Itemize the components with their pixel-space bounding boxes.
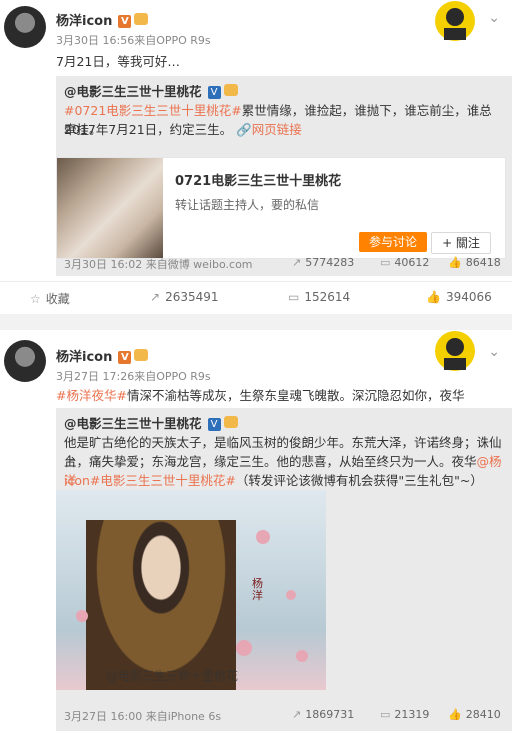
repost-text-line4: icon#电影三生三世十里桃花#（转发评论该微博有机会获得"三生礼包"~） [64, 471, 504, 490]
web-link[interactable]: 🔗网页链接 [236, 122, 302, 137]
username-text[interactable]: 杨洋icon [56, 350, 112, 365]
repost-footer-time: 3月27日 16:00 来自iPhone 6s [64, 710, 222, 723]
repost-author[interactable]: @电影三生三世十里桃花 [64, 84, 202, 99]
mention-link-cont[interactable]: icon [64, 473, 90, 488]
post-time-source: 3月30日 16:56来自OPPO R9s [56, 34, 211, 47]
username[interactable]: 杨洋icon V [56, 346, 149, 365]
like-count-value: 28410 [465, 708, 501, 721]
topic-card-title[interactable]: 0721电影三生三世十里桃花 [175, 170, 341, 189]
comment-icon: ▭ [380, 256, 391, 269]
verified-badge-icon: V [207, 418, 221, 431]
repost-author-line: @电影三生三世十里桃花 V [64, 82, 504, 101]
repost-footer-time: 3月30日 16:02 来自微博 weibo.com [64, 258, 253, 271]
collect-label: 收藏 [45, 292, 70, 306]
repost-text-body: 上，痛失挚爱；东海龙宫，缘定三生。他的悲喜，从始至终只为一人。夜华 [64, 454, 477, 469]
like-count[interactable]: 👍 86418 [448, 256, 501, 269]
topic-card-subtitle: 转让话题主持人，要的私信 [175, 198, 320, 212]
follow-button[interactable]: + 關注 [431, 232, 491, 254]
topic-link[interactable]: #0721电影三生三世十里桃花# [64, 103, 242, 118]
post-text-body: 情深不渝枯等成灰，生祭东皇魂飞魄散。深沉隐忍如你，夜华 [126, 388, 465, 403]
topic-link[interactable]: #杨洋夜华# [56, 388, 127, 403]
post-time-source: 3月27日 17:26来自OPPO R9s [56, 370, 211, 383]
like-count-value: 86418 [465, 256, 501, 269]
join-discussion-button[interactable]: 参与讨论 [359, 232, 427, 252]
repost-count[interactable]: ↗ 1869731 [292, 708, 354, 721]
post-text: 7月21日，等我可好… [56, 54, 180, 69]
thumbs-up-icon: 👍 [426, 290, 441, 304]
repost-total: 2635491 [165, 290, 219, 304]
weibo-post: 杨洋icon V 3月27日 17:26来自OPPO R9s ⌄ #杨洋夜华#情深… [0, 330, 512, 731]
repost-text-line3: 2017年7月21日，约定三生。 🔗网页链接 [64, 120, 504, 139]
comment-icon: ▭ [380, 708, 391, 721]
fan-card-icon[interactable] [434, 330, 476, 372]
repost-author-line: @电影三生三世十里桃花 V [64, 414, 504, 433]
chevron-down-icon[interactable]: ⌄ [488, 10, 500, 26]
avatar[interactable] [4, 340, 46, 382]
fan-card-icon[interactable] [434, 0, 476, 42]
verified-badge-icon: V [118, 351, 132, 364]
blossom [296, 650, 308, 662]
like-total: 394066 [445, 290, 492, 304]
topic-card-thumbnail [57, 158, 163, 258]
verified-badge-icon: V [118, 15, 132, 28]
repost-author[interactable]: @电影三生三世十里桃花 [64, 416, 202, 431]
repost-icon: ↗ [150, 290, 161, 304]
thumbs-up-icon: 👍 [448, 256, 462, 269]
like-button[interactable]: 👍 394066 [426, 290, 492, 304]
verified-badge-icon: V [207, 86, 221, 99]
avatar[interactable] [4, 6, 46, 48]
post-text: #杨洋夜华#情深不渝枯等成灰，生祭东皇魂飞魄散。深沉隐忍如你，夜华 [56, 386, 502, 405]
like-count[interactable]: 👍 28410 [448, 708, 501, 721]
repost-count-value: 1869731 [305, 708, 355, 721]
thumbs-up-icon: 👍 [448, 708, 462, 721]
repost-count[interactable]: ↗ 5774283 [292, 256, 354, 269]
vip-crown-icon [223, 84, 238, 96]
blossom [76, 610, 88, 622]
post-actions-bar: ☆ 收藏 ↗ 2635491 ▭ 152614 👍 394066 [0, 281, 512, 314]
weibo-post: 杨洋icon V 3月30日 16:56来自OPPO R9s ⌄ 7月21日，等我… [0, 0, 512, 314]
poster-name-seal: 杨洋 [252, 577, 263, 602]
poster-image[interactable]: 杨洋 @电影三生三世十里桃花 [56, 490, 326, 690]
comment-total: 152614 [304, 290, 351, 304]
comment-count[interactable]: ▭ 21319 [380, 708, 429, 721]
poster-figure [86, 520, 236, 690]
chevron-down-icon[interactable]: ⌄ [488, 344, 500, 360]
repost-text-tail: （转发评论该微博有机会获得"三生礼包"~） [235, 473, 483, 488]
comment-count-value: 40612 [394, 256, 430, 269]
topic-card[interactable]: 0721电影三生三世十里桃花 转让话题主持人，要的私信 参与讨论 + 關注 [56, 157, 506, 259]
vip-crown-icon [134, 13, 149, 25]
repost-button[interactable]: ↗ 2635491 [150, 290, 219, 304]
comment-count-value: 21319 [394, 708, 430, 721]
reposted-weibo[interactable]: @电影三生三世十里桃花 V 他是旷古绝伦的天族太子，是临风玉树的俊朗少年。东荒大泽… [56, 408, 512, 731]
repost-count-value: 5774283 [305, 256, 355, 269]
vip-crown-icon [134, 349, 149, 361]
collect-icon: ☆ [30, 292, 41, 306]
username-text[interactable]: 杨洋icon [56, 14, 112, 29]
reposted-weibo[interactable]: @电影三生三世十里桃花 V #0721电影三生三世十里桃花#累世情缘，谁捡起，谁抛… [56, 76, 512, 276]
blossom [256, 530, 270, 544]
poster-watermark: @电影三生三世十里桃花 [106, 669, 239, 683]
comment-icon: ▭ [288, 290, 300, 304]
blossom [286, 590, 296, 600]
comment-count[interactable]: ▭ 40612 [380, 256, 429, 269]
topic-link[interactable]: #电影三生三世十里桃花# [90, 473, 236, 488]
vip-crown-icon [223, 416, 238, 428]
repost-date-text: 2017年7月21日，约定三生。 [64, 122, 233, 137]
collect-button[interactable]: ☆ 收藏 [30, 290, 70, 307]
blossom [236, 640, 252, 656]
repost-icon: ↗ [292, 256, 302, 269]
username[interactable]: 杨洋icon V [56, 10, 149, 29]
repost-icon: ↗ [292, 708, 302, 721]
comment-button[interactable]: ▭ 152614 [288, 290, 350, 304]
web-link-label[interactable]: 网页链接 [252, 122, 302, 137]
